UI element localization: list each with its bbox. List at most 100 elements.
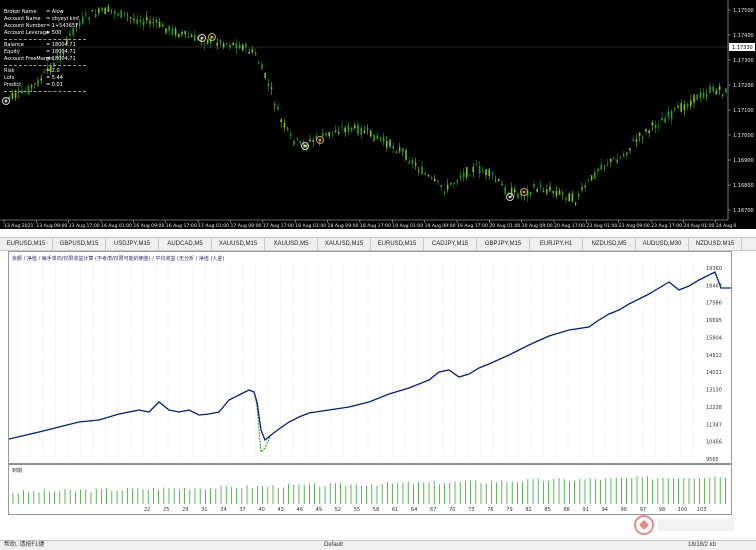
trade-marker-dot [303,144,307,148]
price-label: 1.16700 [733,208,754,214]
candle-body [677,104,679,109]
x-tick-label: 70 [449,507,455,513]
chart-tab[interactable]: EURJPY,H1 [530,238,583,250]
y-tick-label: 12238 [706,405,722,411]
x-tick-label: 34 [220,507,226,513]
candle-body [107,6,110,12]
chart-tab[interactable]: XAUUSD,M15 [212,238,265,250]
candle-body [206,39,209,44]
candle-body [110,9,113,11]
candle-body [139,19,142,22]
info-row: Account Number = 1+543657 [4,23,86,30]
y-tick-label: 11347 [706,422,722,428]
candle-body [379,137,382,140]
info-label: Account FreeMargin [4,56,54,62]
chart-tab[interactable]: USDJPY,M15 [106,238,159,250]
candle-body [389,139,391,147]
chart-tab[interactable]: NZDUSD,M15 [689,238,742,250]
x-tick-label: 49 [316,507,322,513]
candle-body [680,103,682,112]
candle-body [120,9,122,18]
candle-body [235,43,238,49]
y-tick-label: 19360 [706,266,722,272]
candle-body [168,26,170,31]
candle-body [299,140,302,144]
x-tick-label: 61 [392,507,398,513]
candle-body [280,119,282,123]
chart-tab[interactable]: AUDUSD,M30 [636,238,689,250]
candle-body [171,28,174,35]
candle-body [184,31,186,35]
info-value: = 18004.71 [46,42,76,48]
chart-tab[interactable]: GBPJPY,M15 [477,238,530,250]
x-tick-label: 79 [506,507,512,513]
info-row: Risk = 2.0 [4,68,86,75]
chart-tab[interactable]: GBPUSD,M15 [53,238,106,250]
candle-body [411,160,414,164]
x-tick-label: 55 [354,507,360,513]
candle-body [194,34,196,41]
candle-body [715,90,718,95]
candle-body [402,149,404,151]
candle-body [581,187,583,190]
candle-body [274,104,276,106]
chart-tabs[interactable]: EURUSD,M15 GBPUSD,M15 USDJPY,M15 AUDCAD,M5 X… [0,237,756,251]
candle-body [229,45,231,47]
candle-body [136,18,138,24]
time-label: 18 Aug 17:00 [360,223,391,229]
candle-body [251,49,254,53]
candle-body [542,191,545,193]
chart-tab[interactable]: EURUSD,M15 [0,238,53,250]
candle-body [334,129,337,133]
candle-body [494,179,497,181]
time-label: 19 Aug 09:00 [425,223,456,229]
tester-header: 余额 / 净值 / 每手单向/仅限收益计算 (不考虑/仅限可能的佣金) / 平均… [12,255,224,262]
candle-body [238,44,241,49]
time-label: 19 Aug 01:00 [392,223,423,229]
candle-body [510,187,513,197]
candle-body [568,193,570,202]
candle-body [123,12,126,14]
candle-body [683,104,686,111]
candle-body [331,131,334,133]
chart-tab[interactable]: NZDUSD,M5 [583,238,636,250]
equity-line [8,271,731,454]
strategy-tester-graph: 余额 / 净值 / 每手单向/仅限收益计算 (不考虑/仅限可能的佣金) / 平均… [8,251,732,515]
candle-body [462,172,465,178]
candle-body [616,159,618,164]
x-tick-label: 85 [544,507,550,513]
candle-body [578,193,580,198]
candle-body [590,175,593,180]
price-chart[interactable]: 1.17500 1.17400 1.17300 1.17200 1.17100 1.170… [0,0,756,229]
info-separator [4,39,86,40]
y-tick-label: 13130 [706,388,722,394]
chart-tab[interactable]: AUDCAD,M5 [159,238,212,250]
candle-body [264,72,266,79]
candle-body [398,147,401,152]
candle-body [600,164,602,170]
candle-body [626,152,628,156]
info-label: Risk [4,68,15,74]
terminal-window: 1.17500 1.17400 1.17300 1.17200 1.17100 1.170… [0,0,756,550]
chart-tab[interactable]: EU [742,238,756,250]
candle-body [446,184,449,190]
time-label: 18 Aug 09:00 [328,223,359,229]
candle-body [478,165,481,174]
chart-tab[interactable]: CADJPY,M15 [424,238,477,250]
candle-body [216,42,218,46]
candle-body [645,129,647,132]
candle-body [693,94,695,103]
candle-body [325,133,327,135]
candle-body [373,134,375,142]
candle-body [472,167,474,173]
info-value: = 0.01 [46,82,63,88]
x-tick-label: 67 [430,507,436,513]
price-chart-panel[interactable]: 1.17500 1.17400 1.17300 1.17200 1.17100 1.170… [0,0,756,229]
candle-body [504,186,506,194]
candle-body [530,192,532,195]
chart-tab[interactable]: EURUSD,M15 [371,238,424,250]
chart-tab[interactable]: XAUUSD,M5 [265,238,318,250]
candle-body [638,132,641,137]
chart-tab[interactable]: XAUUSD,M15 [318,238,371,250]
candle-body [421,166,423,175]
